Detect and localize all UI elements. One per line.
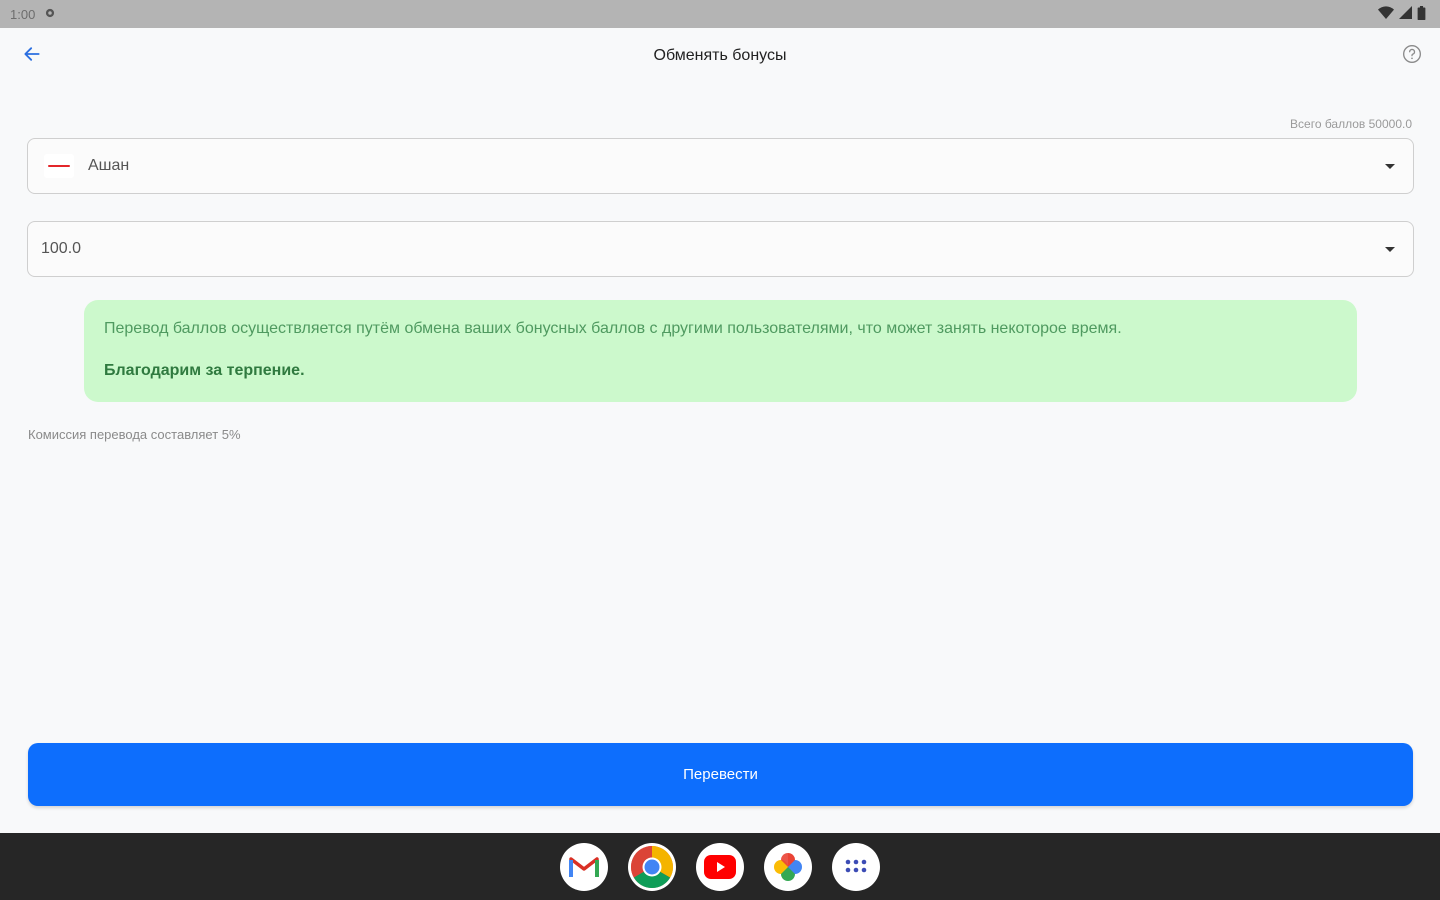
app-bar: Обменять бонусы — [0, 28, 1440, 84]
amount-select-value: 100.0 — [41, 240, 82, 257]
transfer-button[interactable]: Перевести — [28, 743, 1413, 806]
chrome-icon[interactable] — [628, 842, 676, 891]
store-select[interactable]: Ашан — [27, 138, 1414, 194]
store-logo-icon — [44, 154, 74, 178]
settings-notification-icon — [43, 6, 57, 23]
help-circle-icon — [1402, 44, 1422, 69]
chevron-down-icon — [1385, 246, 1395, 252]
help-button[interactable] — [1398, 42, 1426, 70]
battery-icon — [1417, 5, 1426, 23]
info-text: Перевод баллов осуществляется путём обме… — [104, 320, 1122, 337]
info-card: Перевод баллов осуществляется путём обме… — [84, 300, 1357, 402]
page-title: Обменять бонусы — [653, 47, 787, 64]
app-drawer-icon[interactable] — [832, 842, 880, 891]
app-dock — [0, 833, 1440, 900]
cellular-signal-icon — [1399, 6, 1412, 22]
status-time: 1:00 — [10, 6, 36, 22]
photos-icon[interactable] — [764, 842, 812, 891]
store-select-value: Ашан — [88, 157, 130, 174]
info-thanks: Благодарим за терпение. — [104, 362, 305, 379]
status-left: 1:00 — [10, 6, 57, 23]
wifi-icon — [1378, 5, 1394, 23]
gmail-icon[interactable] — [560, 842, 608, 891]
status-bar: 1:00 — [0, 0, 1440, 28]
arrow-left-icon — [22, 44, 42, 69]
status-right — [1378, 5, 1426, 23]
amount-select[interactable]: 100.0 — [27, 221, 1414, 277]
commission-note: Комиссия перевода составляет 5% — [28, 427, 241, 442]
youtube-icon[interactable] — [696, 842, 744, 891]
total-points-label: Всего баллов 50000.0 — [1290, 117, 1412, 131]
back-button[interactable] — [16, 40, 48, 72]
chevron-down-icon — [1385, 163, 1395, 169]
